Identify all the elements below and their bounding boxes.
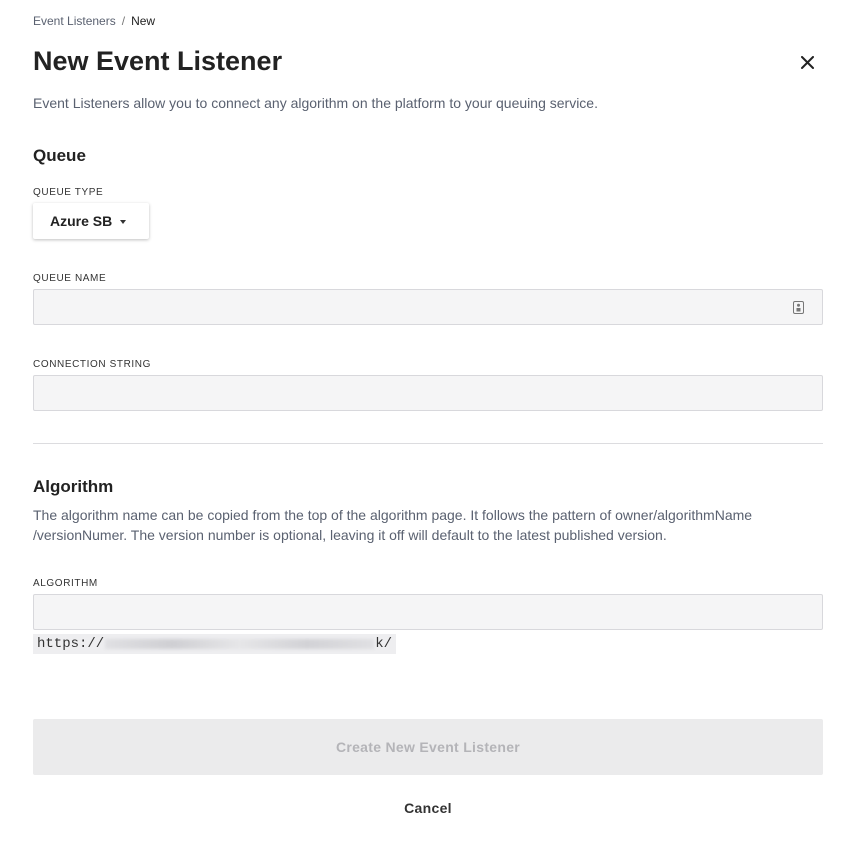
password-manager-icon[interactable] bbox=[793, 301, 804, 314]
new-event-listener-page: Event Listeners / New New Event Listener… bbox=[0, 0, 858, 865]
algorithm-section-title: Algorithm bbox=[33, 477, 114, 496]
close-button[interactable] bbox=[796, 51, 818, 73]
section-divider bbox=[33, 443, 823, 444]
breadcrumb-event-listeners-link[interactable]: Event Listeners bbox=[33, 14, 116, 28]
breadcrumb: Event Listeners / New bbox=[33, 14, 155, 28]
close-icon bbox=[800, 55, 814, 69]
algorithm-field bbox=[33, 594, 823, 630]
algorithm-input[interactable] bbox=[34, 595, 822, 629]
algorithm-description: The algorithm name can be copied from th… bbox=[33, 507, 753, 543]
create-event-listener-button[interactable]: Create New Event Listener bbox=[33, 719, 823, 775]
queue-name-field bbox=[33, 289, 823, 325]
connection-string-field bbox=[33, 375, 823, 411]
caret-down-icon bbox=[120, 220, 127, 224]
queue-name-input[interactable] bbox=[34, 290, 822, 324]
breadcrumb-current: New bbox=[131, 14, 156, 28]
queue-type-dropdown[interactable]: Azure SB bbox=[33, 203, 149, 239]
page-title: New Event Listener bbox=[33, 46, 283, 76]
connection-string-label: CONNECTION STRING bbox=[33, 359, 151, 370]
queue-type-value: Azure SB bbox=[50, 213, 113, 229]
connection-string-input[interactable] bbox=[34, 376, 822, 410]
cancel-button[interactable]: Cancel bbox=[33, 796, 823, 820]
queue-type-label: QUEUE TYPE bbox=[33, 187, 104, 198]
redacted-url-segment bbox=[105, 639, 375, 649]
page-subtitle: Event Listeners allow you to connect any… bbox=[33, 95, 598, 111]
url-suffix: k/ bbox=[375, 636, 393, 652]
algorithm-label: ALGORITHM bbox=[33, 578, 98, 589]
breadcrumb-separator: / bbox=[121, 14, 126, 28]
queue-section-title: Queue bbox=[33, 146, 86, 165]
algorithm-url-preview: https:// k/ bbox=[33, 634, 396, 654]
url-prefix: https:// bbox=[37, 636, 105, 652]
queue-name-label: QUEUE NAME bbox=[33, 273, 107, 284]
